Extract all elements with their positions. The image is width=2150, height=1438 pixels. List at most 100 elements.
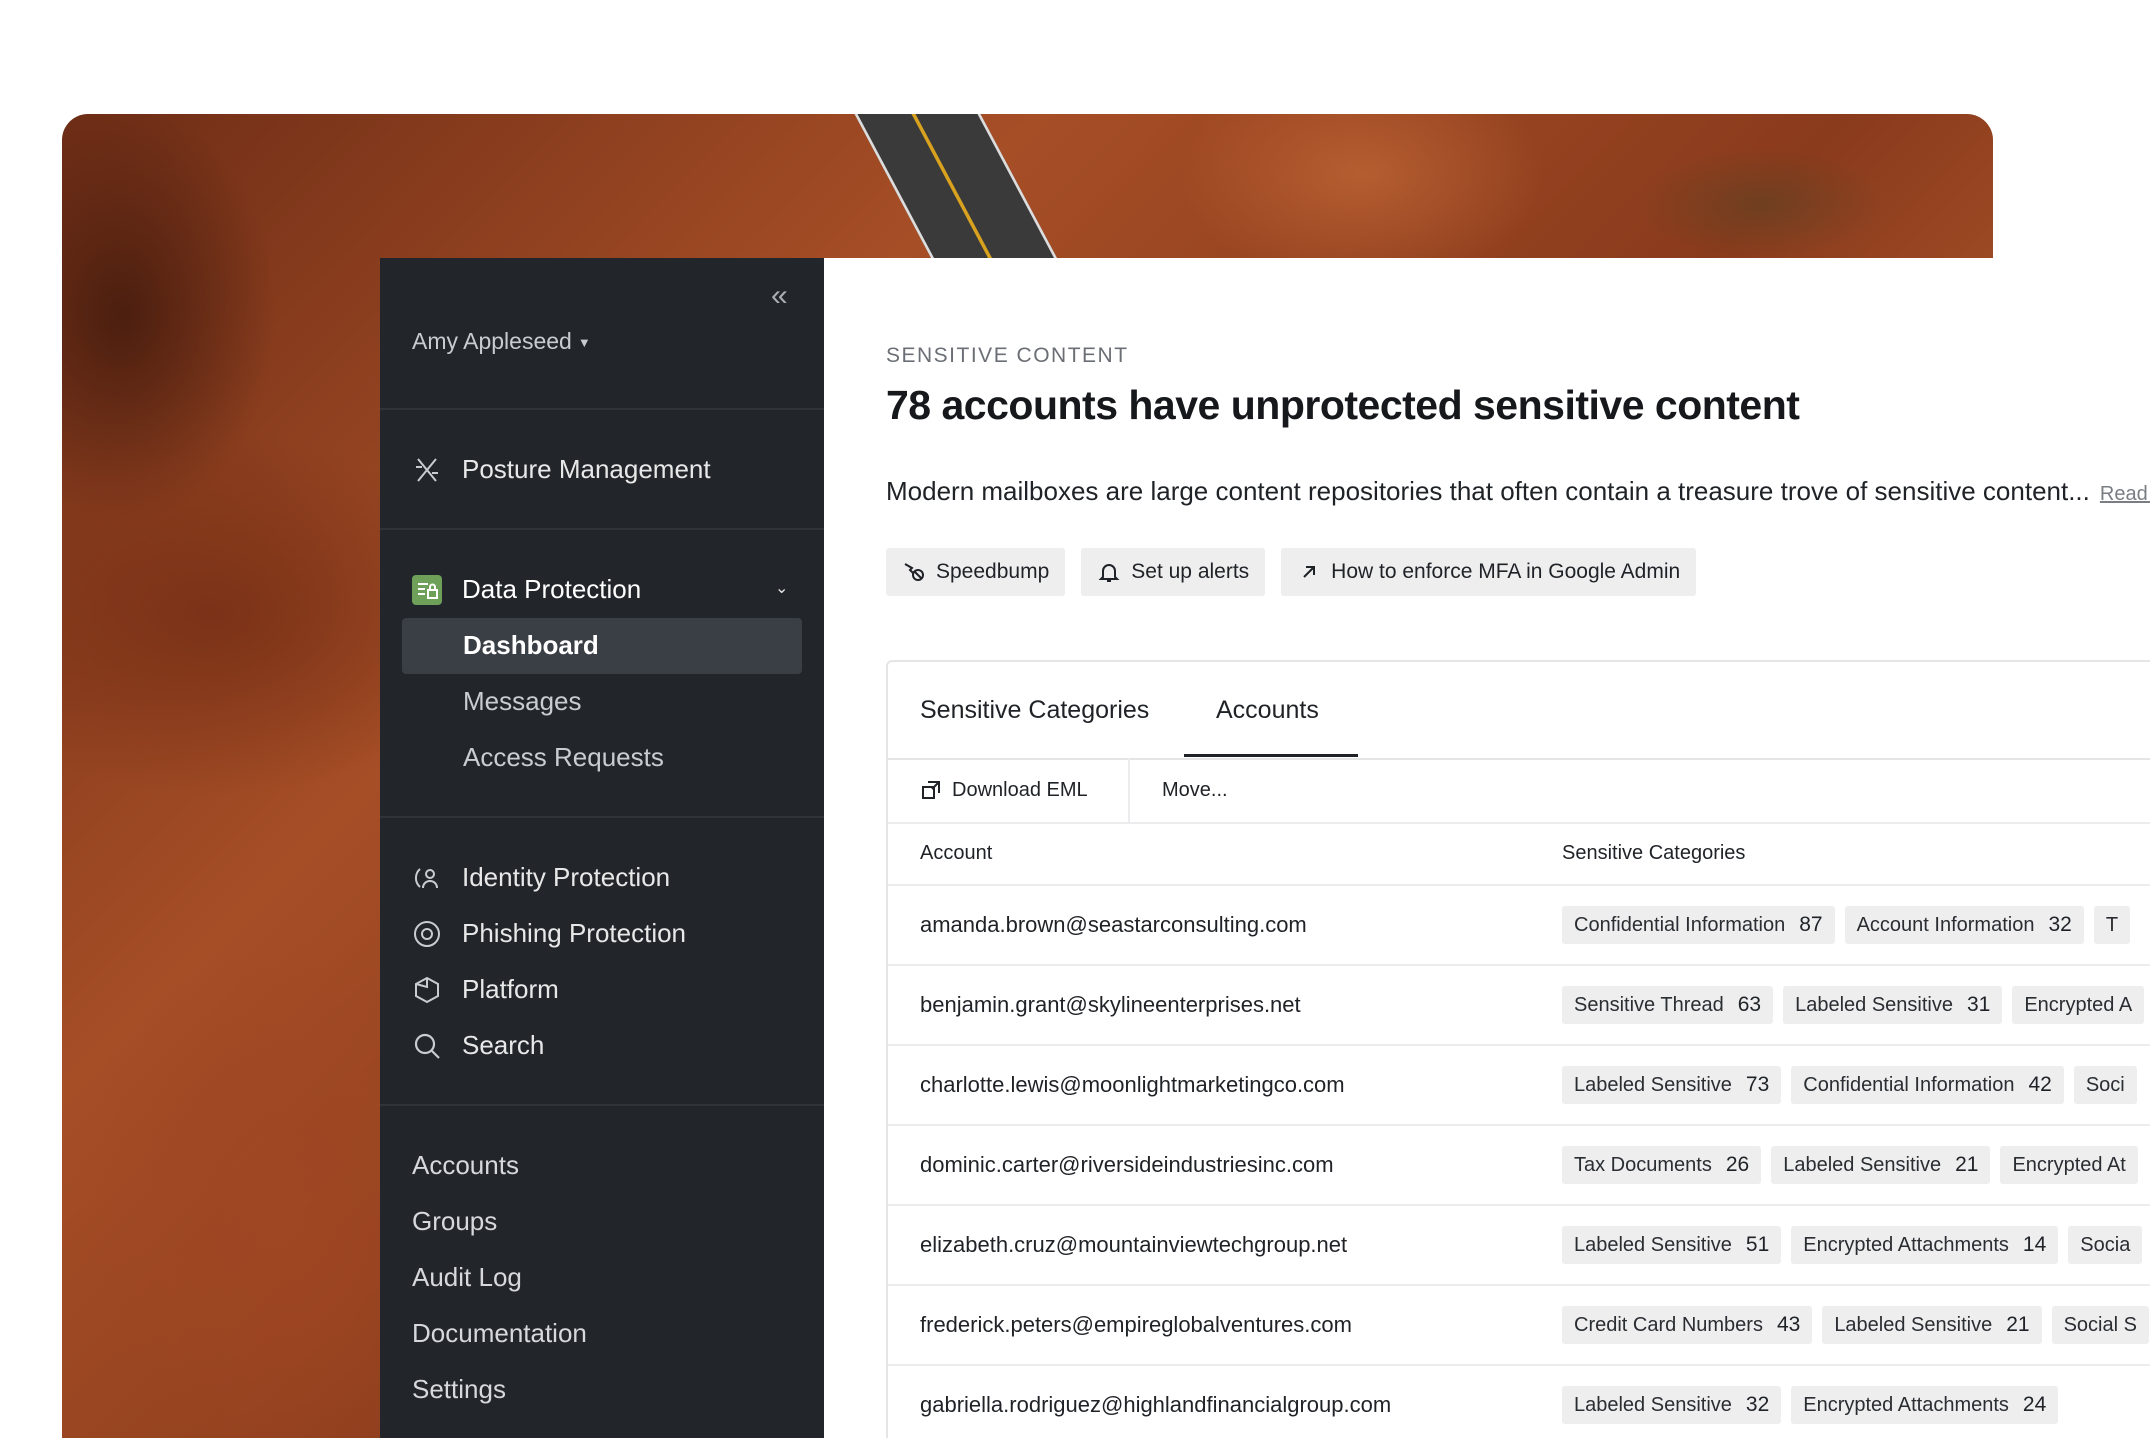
- nav-label: Identity Protection: [462, 862, 671, 892]
- category-count: 73: [1745, 1073, 1770, 1096]
- sidebar-item-documentation[interactable]: Documentation: [412, 1318, 587, 1349]
- category-tag[interactable]: Confidential Information 42: [1791, 1066, 2064, 1104]
- nav-search[interactable]: Search: [412, 1030, 544, 1061]
- category-count: 42: [2028, 1073, 2052, 1096]
- sidebar-item-access-requests[interactable]: Access Requests: [463, 742, 664, 773]
- category-tag[interactable]: Account Information 32: [1844, 906, 2084, 944]
- nav-label: Search: [462, 1030, 545, 1060]
- sidebar-item-accounts[interactable]: Accounts: [412, 1150, 519, 1181]
- nav-phishing-protection[interactable]: Phishing Protection: [412, 918, 686, 949]
- divider: [380, 816, 824, 818]
- sidebar-item-dashboard[interactable]: Dashboard: [463, 630, 599, 661]
- category-label: Labeled Sensitive: [1574, 1233, 1732, 1256]
- category-count: 14: [2022, 1233, 2047, 1256]
- bell-icon: [1098, 564, 1120, 582]
- category-tag[interactable]: Tax Documents 26: [1562, 1146, 1762, 1184]
- category-label: Encrypted Attachments: [1803, 1393, 2009, 1416]
- category-count: 43: [1776, 1313, 1801, 1336]
- download-eml-button[interactable]: Download EML: [920, 758, 1088, 822]
- category-count: 32: [1745, 1393, 1770, 1416]
- nav-label: Phishing Protection: [462, 918, 687, 948]
- section-eyebrow: SENSITIVE CONTENT: [886, 344, 1129, 367]
- category-tag[interactable]: Encrypted At: [2000, 1146, 2138, 1184]
- sidebar: « Amy Appleseed ▼ Posture Management Data…: [380, 258, 824, 1438]
- user-menu[interactable]: Amy Appleseed ▼: [412, 328, 591, 355]
- sidebar-item-settings[interactable]: Settings: [412, 1374, 506, 1405]
- nav-posture-management[interactable]: Posture Management: [412, 454, 711, 485]
- nav-label: Posture Management: [462, 454, 711, 484]
- category-label: Labeled Sensitive: [1783, 1153, 1942, 1176]
- category-label: Encrypted Attachments: [1803, 1233, 2009, 1256]
- category-tag[interactable]: Sensitive Thread 63: [1562, 986, 1774, 1024]
- category-label: Encrypted At: [2012, 1153, 2126, 1176]
- category-label: Encrypted A: [2024, 993, 2133, 1016]
- table-toolbar: Download EML Move...: [888, 758, 2150, 824]
- description: Modern mailboxes are large content repos…: [886, 476, 2150, 507]
- nav-platform[interactable]: Platform: [412, 974, 559, 1005]
- speedbump-button[interactable]: Speedbump: [886, 548, 1066, 596]
- category-tag[interactable]: Social S: [2051, 1306, 2149, 1344]
- category-tag[interactable]: Labeled Sensitive 31: [1783, 986, 2003, 1024]
- divider: [380, 528, 824, 530]
- tab-accounts[interactable]: Accounts: [1216, 696, 1319, 725]
- category-tag[interactable]: T: [2093, 906, 2131, 944]
- category-label: Socia: [2080, 1233, 2131, 1256]
- category-tag[interactable]: Confidential Information 87: [1562, 906, 1835, 944]
- download-icon: [922, 781, 940, 799]
- read-more-link[interactable]: Read m: [2100, 483, 2150, 505]
- tab-bar: Sensitive Categories Accounts: [888, 662, 2150, 760]
- move-button[interactable]: Move...: [1162, 758, 1228, 822]
- mfa-guide-link[interactable]: How to enforce MFA in Google Admin: [1281, 548, 1697, 596]
- table-row[interactable]: elizabeth.cruz@mountainviewtechgroup.net…: [888, 1206, 2150, 1286]
- search-icon: [412, 1031, 442, 1061]
- category-tag[interactable]: Labeled Sensitive 73: [1562, 1066, 1782, 1104]
- category-count: 87: [1799, 913, 1823, 936]
- sidebar-item-audit-log[interactable]: Audit Log: [412, 1262, 522, 1293]
- active-item-highlight: [402, 618, 802, 674]
- account-email: benjamin.grant@skylineenterprises.net: [920, 992, 1301, 1017]
- set-up-alerts-button[interactable]: Set up alerts: [1081, 548, 1266, 596]
- table-row[interactable]: gabriella.rodriguez@highlandfinancialgro…: [888, 1366, 2150, 1438]
- category-label: Tax Documents: [1574, 1153, 1712, 1176]
- description-text: Modern mailboxes are large content repos…: [886, 476, 2090, 506]
- category-tag[interactable]: Labeled Sensitive 21: [1771, 1146, 1991, 1184]
- table-header: Account Sensitive Categories: [888, 822, 2150, 886]
- category-label: Labeled Sensitive: [1795, 993, 1953, 1016]
- accounts-card: Sensitive Categories Accounts Download E…: [886, 660, 2150, 1438]
- table-row[interactable]: amanda.brown@seastarconsulting.com Confid…: [888, 886, 2150, 966]
- nav-data-protection[interactable]: Data Protection: [412, 574, 641, 605]
- category-tag[interactable]: Labeled Sensitive 51: [1562, 1226, 1782, 1264]
- chip-label: Speedbump: [936, 560, 1050, 583]
- category-tag[interactable]: Soci: [2073, 1066, 2137, 1104]
- category-tag[interactable]: Labeled Sensitive 32: [1562, 1386, 1782, 1424]
- tab-sensitive-categories[interactable]: Sensitive Categories: [920, 696, 1149, 725]
- category-label: Sensitive Thread: [1574, 993, 1724, 1016]
- chevron-down-icon[interactable]: ⌄: [775, 578, 788, 598]
- category-tag[interactable]: Labeled Sensitive 21: [1822, 1306, 2042, 1344]
- category-tags: Confidential Information 87 Account Inform…: [1562, 906, 2131, 944]
- external-arrow-icon: [1303, 566, 1316, 578]
- table-row[interactable]: frederick.peters@empireglobalventures.co…: [888, 1286, 2150, 1366]
- category-tag[interactable]: Socia: [2068, 1226, 2143, 1264]
- category-tag[interactable]: Encrypted Attachments 14: [1791, 1226, 2059, 1264]
- category-tag[interactable]: Credit Card Numbers 43: [1562, 1306, 1813, 1344]
- sidebar-item-groups[interactable]: Groups: [412, 1206, 497, 1237]
- phishing-icon: [412, 919, 442, 949]
- category-label: Labeled Sensitive: [1574, 1073, 1732, 1096]
- nav-identity-protection[interactable]: Identity Protection: [412, 862, 670, 893]
- category-count: 26: [1725, 1153, 1750, 1176]
- category-label: Labeled Sensitive: [1834, 1313, 1993, 1336]
- table-row[interactable]: benjamin.grant@skylineenterprises.net Sen…: [888, 966, 2150, 1046]
- column-header-account: Account: [920, 842, 993, 864]
- sidebar-item-messages[interactable]: Messages: [463, 686, 582, 717]
- category-tag[interactable]: Encrypted A: [2012, 986, 2145, 1024]
- table-row[interactable]: dominic.carter@riversideindustriesinc.co…: [888, 1126, 2150, 1206]
- speedbump-icon: [904, 563, 924, 581]
- collapse-icon[interactable]: «: [771, 281, 797, 311]
- category-tag[interactable]: Encrypted Attachments 24: [1791, 1386, 2059, 1424]
- account-email: gabriella.rodriguez@highlandfinancialgro…: [920, 1392, 1392, 1417]
- table-row[interactable]: charlotte.lewis@moonlightmarketingco.com…: [888, 1046, 2150, 1126]
- chip-label: How to enforce MFA in Google Admin: [1331, 560, 1681, 583]
- account-email: amanda.brown@seastarconsulting.com: [920, 912, 1307, 937]
- category-label: Credit Card Numbers: [1574, 1313, 1763, 1336]
